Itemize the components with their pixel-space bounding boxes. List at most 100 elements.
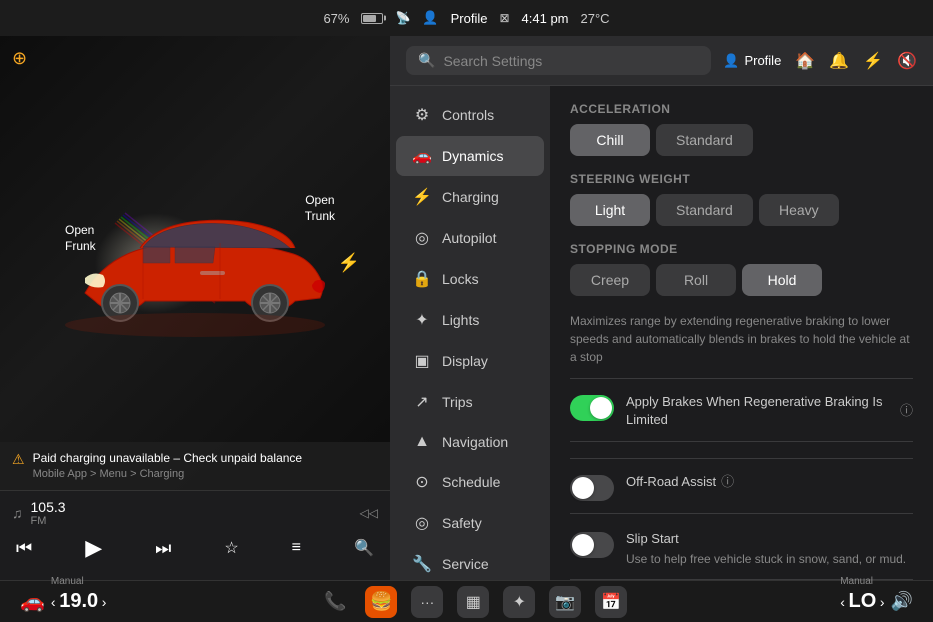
nav-item-navigation[interactable]: ▲ Navigation <box>396 423 544 461</box>
music-info: ♫ 105.3 FM ◁◁ <box>12 499 378 527</box>
steering-heavy-button[interactable]: Heavy <box>759 194 839 226</box>
nav-label-dynamics: Dynamics <box>442 148 503 164</box>
nav-item-dynamics[interactable]: 🚗 Dynamics <box>396 136 544 176</box>
schedule-icon: ⊙ <box>412 472 432 492</box>
favorite-button[interactable]: ☆ <box>224 538 238 558</box>
open-frunk-label[interactable]: Open Frunk <box>65 223 96 254</box>
acceleration-chill-button[interactable]: Chill <box>570 124 650 156</box>
divider-2 <box>570 458 913 459</box>
next-track-button[interactable]: ⏭ <box>155 538 171 559</box>
profile-person-icon: 👤 <box>723 53 739 69</box>
audio-off-icon[interactable]: 🔇 <box>897 51 917 71</box>
car-seat-icon: 🚗 <box>20 589 45 614</box>
music-type: FM <box>31 515 66 527</box>
apply-brakes-info: Apply Brakes When Regenerative Braking I… <box>626 393 913 429</box>
slip-start-toggle[interactable] <box>570 532 614 558</box>
equalizer-button[interactable]: ≡ <box>292 539 301 557</box>
header-icons: 👤 Profile 🏠 🔔 ⚡ 🔇 <box>723 51 917 71</box>
stopping-options: Creep Roll Hold <box>570 264 913 296</box>
acceleration-standard-button[interactable]: Standard <box>656 124 753 156</box>
alert-text: Paid charging unavailable – Check unpaid… <box>33 450 303 482</box>
header-profile[interactable]: 👤 Profile <box>723 53 781 69</box>
content-area: Acceleration Chill Standard Steering Wei… <box>550 86 933 580</box>
steering-weight-label: Steering Weight <box>570 172 913 186</box>
toggle-row-apply-brakes: Apply Brakes When Regenerative Braking I… <box>570 393 913 442</box>
nav-label-autopilot: Autopilot <box>442 230 496 246</box>
grid-button[interactable]: ▦ <box>457 586 489 618</box>
dock-left: 🚗 Manual ‹ 19.0 › <box>20 589 106 614</box>
dock-center: 📞 🍔 ··· ▦ ✦ 📷 📅 <box>319 586 627 618</box>
safety-icon: ◎ <box>412 513 432 533</box>
nav-item-safety[interactable]: ◎ Safety <box>396 503 544 543</box>
slip-start-info: Slip Start Use to help free vehicle stuc… <box>626 530 913 567</box>
nav-item-autopilot[interactable]: ◎ Autopilot <box>396 218 544 258</box>
nav-label-schedule: Schedule <box>442 474 500 490</box>
nav-item-charging[interactable]: ⚡ Charging <box>396 177 544 217</box>
music-station: 105.3 <box>31 499 66 515</box>
prev-track-button[interactable]: ⏮ <box>16 538 32 559</box>
phone-button[interactable]: 📞 <box>319 586 351 618</box>
right-temp-display: LO <box>848 590 876 612</box>
nav-item-lights[interactable]: ✦ Lights <box>396 300 544 340</box>
star-button[interactable]: ✦ <box>503 586 535 618</box>
search-icon: 🔍 <box>418 52 435 69</box>
time-display: 4:41 pm <box>522 11 569 26</box>
profile-label[interactable]: Profile <box>451 11 488 26</box>
service-icon: 🔧 <box>412 554 432 574</box>
nav-label-navigation: Navigation <box>442 434 508 450</box>
play-button[interactable]: ▶ <box>85 535 102 561</box>
signal-icon: 📡 <box>395 11 410 25</box>
alert-sub: Mobile App > Menu > Charging <box>33 467 303 482</box>
nav-item-trips[interactable]: ↗ Trips <box>396 382 544 422</box>
lights-icon: ✦ <box>412 310 432 330</box>
slip-start-title: Slip Start <box>626 530 913 548</box>
search-music-button[interactable]: 🔍 <box>354 538 374 558</box>
nav-label-locks: Locks <box>442 271 479 287</box>
nav-item-locks[interactable]: 🔒 Locks <box>396 259 544 299</box>
status-bar: 67% 📡 👤 Profile ⊠ 4:41 pm 27°C <box>0 0 933 36</box>
off-road-info-icon[interactable]: ⓘ <box>721 473 734 491</box>
dynamics-icon: 🚗 <box>412 146 432 166</box>
steering-light-button[interactable]: Light <box>570 194 650 226</box>
menu-button[interactable]: 🍔 <box>365 586 397 618</box>
locks-icon: 🔒 <box>412 269 432 289</box>
nav-label-controls: Controls <box>442 107 494 123</box>
open-trunk-label[interactable]: OpenTrunk <box>305 193 335 224</box>
nav-label-service: Service <box>442 556 489 572</box>
nav-item-controls[interactable]: ⚙ Controls <box>396 95 544 135</box>
charging-icon: ⚡ <box>412 187 432 207</box>
steering-standard-button[interactable]: Standard <box>656 194 753 226</box>
steering-options: Light Standard Heavy <box>570 194 913 226</box>
stopping-creep-button[interactable]: Creep <box>570 264 650 296</box>
toggle-row-off-road: Off-Road Assist ⓘ <box>570 473 913 514</box>
volume-icon[interactable]: 🔊 <box>891 591 913 612</box>
calendar-button[interactable]: 📅 <box>595 586 627 618</box>
nav-label-trips: Trips <box>442 394 473 410</box>
left-manual-label: Manual <box>51 576 84 587</box>
nav-label-charging: Charging <box>442 189 499 205</box>
nav-item-service[interactable]: 🔧 Service <box>396 544 544 580</box>
stopping-roll-button[interactable]: Roll <box>656 264 736 296</box>
stopping-hold-button[interactable]: Hold <box>742 264 822 296</box>
header-profile-label: Profile <box>744 53 781 68</box>
nav-item-schedule[interactable]: ⊙ Schedule <box>396 462 544 502</box>
right-panel: 🔍 Search Settings 👤 Profile 🏠 🔔 ⚡ 🔇 ⚙ <box>390 36 933 580</box>
alert-bar: ⚠ Paid charging unavailable – Check unpa… <box>0 442 390 490</box>
apply-brakes-toggle[interactable] <box>570 395 614 421</box>
dock-right-temp-area: Manual ‹ LO › <box>840 590 884 613</box>
nav-label-safety: Safety <box>442 515 482 531</box>
more-button[interactable]: ··· <box>411 586 443 618</box>
bottom-dock: 🚗 Manual ‹ 19.0 › 📞 🍔 ··· ▦ ✦ 📷 📅 Manual… <box>0 580 933 622</box>
camera-button[interactable]: 📷 <box>549 586 581 618</box>
home-icon[interactable]: 🏠 <box>795 51 815 71</box>
bell-icon[interactable]: 🔔 <box>829 51 849 71</box>
off-road-toggle[interactable] <box>570 475 614 501</box>
music-volume: ◁◁ <box>360 506 378 520</box>
right-manual-label: Manual <box>840 576 873 587</box>
search-box[interactable]: 🔍 Search Settings <box>406 46 711 75</box>
stopping-mode-label: Stopping Mode <box>570 242 913 256</box>
nav-item-display[interactable]: ▣ Display <box>396 341 544 381</box>
bluetooth-icon[interactable]: ⚡ <box>863 51 883 71</box>
apply-brakes-info-icon[interactable]: ⓘ <box>900 402 913 420</box>
apply-brakes-title: Apply Brakes When Regenerative Braking I… <box>626 393 913 429</box>
